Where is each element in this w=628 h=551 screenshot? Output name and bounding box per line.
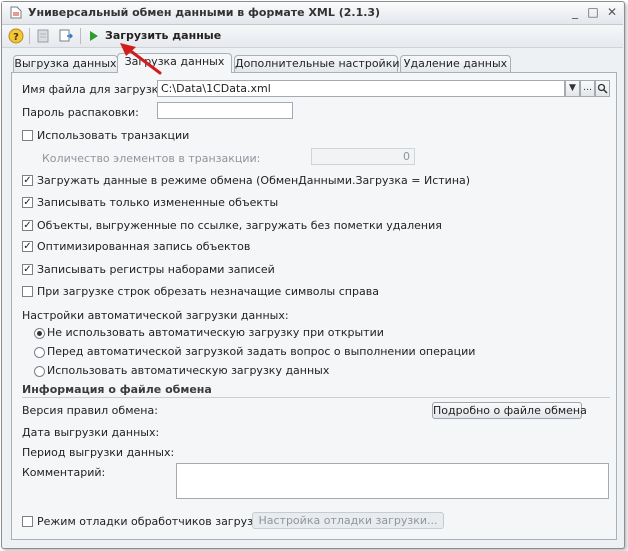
radio-auto-load[interactable]: [34, 366, 45, 377]
trim-strings-checkbox[interactable]: [22, 286, 33, 297]
rules-version-label: Версия правил обмена:: [22, 404, 158, 417]
browse-button[interactable]: …: [580, 80, 595, 97]
close-button[interactable]: ✕: [605, 5, 619, 19]
dropdown-icon[interactable]: ▼: [565, 80, 580, 97]
debug-mode-checkbox[interactable]: [22, 516, 33, 527]
debug-mode-label: Режим отладки обработчиков загрузки: [37, 515, 267, 528]
tab-export[interactable]: Выгрузка данных: [13, 55, 118, 72]
help-icon[interactable]: ?: [8, 28, 24, 44]
info-section-title: Информация о файле обмена: [22, 383, 212, 396]
no-deletion-mark-label: Объекты, выгруженные по ссылке, загружат…: [37, 219, 442, 232]
toolbar-separator: [80, 28, 81, 44]
register-sets-checkbox[interactable]: ✓: [22, 264, 33, 275]
arrow-icon: [116, 40, 166, 76]
radio-no-auto-load-label: Не использовать автоматическую загрузку …: [47, 326, 384, 339]
trim-strings-label: При загрузке строк обрезать незначащие с…: [37, 285, 379, 298]
file-name-input[interactable]: C:\Data\1CData.xml: [157, 80, 565, 97]
tab-additional-settings[interactable]: Дополнительные настройки: [234, 55, 400, 72]
file-name-label: Имя файла для загрузки:: [22, 83, 170, 96]
exchange-mode-label: Загружать данные в режиме обмена (ОбменД…: [37, 174, 471, 187]
tab-delete-data[interactable]: Удаление данных: [400, 55, 511, 72]
svg-text:?: ?: [13, 32, 19, 43]
register-sets-label: Записывать регистры наборами записей: [37, 263, 275, 276]
comment-textarea[interactable]: [176, 463, 609, 499]
no-deletion-mark-checkbox[interactable]: ✓: [22, 220, 33, 231]
toolbar-separator: [29, 28, 30, 44]
use-transactions-label: Использовать транзакции: [37, 129, 190, 142]
comment-label: Комментарий:: [22, 466, 106, 479]
radio-no-auto-load[interactable]: [34, 328, 45, 339]
window-title: Универсальный обмен данными в формате XM…: [28, 6, 381, 19]
debug-settings-button[interactable]: Настройка отладки загрузки...: [252, 512, 444, 529]
search-icon[interactable]: [595, 80, 610, 97]
optimized-write-label: Оптимизированная запись объектов: [37, 240, 251, 253]
file-name-value: C:\Data\1CData.xml: [161, 82, 271, 95]
auto-load-title: Настройки автоматической загрузки данных…: [22, 309, 289, 322]
section-divider: [22, 397, 610, 398]
only-changed-label: Записывать только измененные объекты: [37, 196, 279, 209]
file-details-button[interactable]: Подробно о файле обмена: [432, 402, 587, 419]
use-transactions-checkbox[interactable]: [22, 130, 33, 141]
export-icon[interactable]: [35, 28, 51, 44]
maximize-button[interactable]: □: [586, 5, 600, 19]
radio-auto-load-label: Использовать автоматическую загрузку дан…: [47, 364, 330, 377]
optimized-write-checkbox[interactable]: ✓: [22, 241, 33, 252]
radio-ask-before-load[interactable]: [34, 347, 45, 358]
minimize-button[interactable]: _: [568, 5, 582, 19]
export-period-label: Период выгрузки данных:: [22, 446, 175, 459]
password-input[interactable]: [157, 102, 293, 119]
exchange-mode-checkbox[interactable]: ✓: [22, 175, 33, 186]
transaction-count-input: 0: [311, 148, 415, 165]
export-date-label: Дата выгрузки данных:: [22, 426, 160, 439]
transaction-count-label: Количество элементов в транзакции:: [42, 152, 261, 165]
transaction-count-value: 0: [403, 150, 410, 163]
play-icon[interactable]: [89, 30, 99, 42]
app-icon: [8, 5, 24, 20]
radio-ask-before-load-label: Перед автоматической загрузкой задать во…: [47, 345, 476, 358]
password-label: Пароль распаковки:: [22, 106, 139, 119]
only-changed-checkbox[interactable]: ✓: [22, 197, 33, 208]
import-icon[interactable]: [58, 28, 74, 44]
